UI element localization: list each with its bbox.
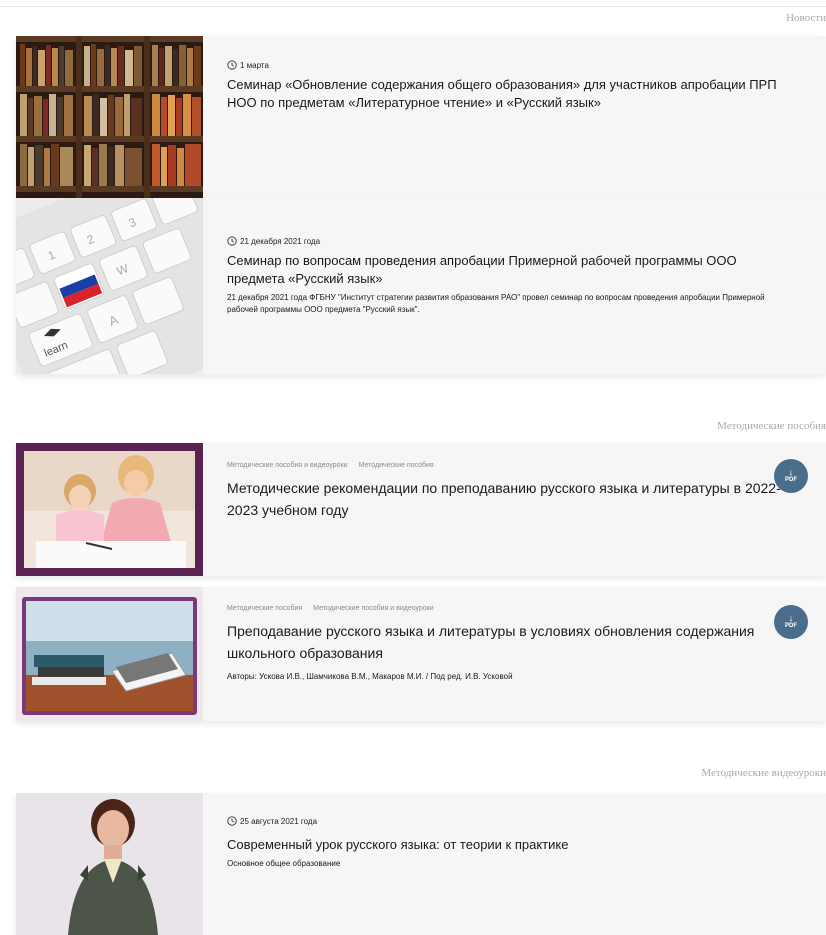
clock-icon xyxy=(227,60,237,70)
books-desk-photo xyxy=(16,587,203,721)
download-arrow-icon: ↓ xyxy=(788,467,794,477)
news-image-keyboard[interactable]: 2 3 1 W A learn xyxy=(16,198,203,374)
method-image-books-desk[interactable] xyxy=(16,587,203,721)
method-card-body: Методические пособия Методические пособия… xyxy=(227,605,782,681)
method-title-link[interactable]: Преподавание русского языка и литературы… xyxy=(227,620,782,664)
news-card-body: 21 декабря 2021 года Семинар по вопросам… xyxy=(227,236,782,316)
tag-link[interactable]: Методические пособия и видеоуроки xyxy=(227,462,348,469)
method-card[interactable]: Методические пособия Методические пособия… xyxy=(16,587,826,721)
method-title-link[interactable]: Методические рекомендации по преподавани… xyxy=(227,477,782,521)
clock-icon xyxy=(227,816,237,826)
video-card-body: 25 августа 2021 года Современный урок ру… xyxy=(227,816,782,870)
news-image-bookshelf[interactable] xyxy=(16,36,203,198)
method-tags: Методические пособия и видеоуроки Методич… xyxy=(227,462,782,469)
method-card-body: Методические пособия и видеоуроки Методич… xyxy=(227,462,782,521)
news-card[interactable]: 2 3 1 W A learn 21 декабря 2021 года Сем… xyxy=(16,198,826,374)
pdf-download-button[interactable]: ↓ PDF xyxy=(774,605,808,639)
pdf-label: PDF xyxy=(785,623,797,629)
tag-link[interactable]: Методические пособия xyxy=(227,605,302,612)
video-title-link[interactable]: Современный урок русского языка: от теор… xyxy=(227,836,782,854)
method-image-mother-child[interactable] xyxy=(16,443,203,576)
download-arrow-icon: ↓ xyxy=(788,613,794,623)
pdf-label: PDF xyxy=(785,477,797,483)
clock-icon xyxy=(227,236,237,246)
mother-child-photo xyxy=(16,443,203,576)
keyboard-flag-photo: 2 3 1 W A learn xyxy=(16,198,203,374)
news-description: 21 декабря 2021 года ФГБНУ "Институт стр… xyxy=(227,293,765,314)
news-date: 1 марта xyxy=(227,60,782,70)
news-date: 21 декабря 2021 года xyxy=(227,236,782,246)
news-title-link[interactable]: Семинар «Обновление содержания общего об… xyxy=(227,76,782,112)
teacher-video-still xyxy=(16,793,203,935)
news-date-text: 1 марта xyxy=(240,60,269,70)
method-tags: Методические пособия Методические пособия… xyxy=(227,605,782,612)
video-card[interactable]: 25 августа 2021 года Современный урок ру… xyxy=(16,793,826,935)
tag-link[interactable]: Методические пособия и видеоуроки xyxy=(313,605,434,612)
method-card[interactable]: Методические пособия и видеоуроки Методич… xyxy=(16,443,826,576)
method-authors: Авторы: Ускова И.В., Шамчикова В.М., Мак… xyxy=(227,672,513,681)
news-date-text: 21 декабря 2021 года xyxy=(240,236,321,246)
video-date-text: 25 августа 2021 года xyxy=(240,816,318,826)
news-card-body: 1 марта Семинар «Обновление содержания о… xyxy=(227,60,782,112)
section-title-news[interactable]: Новости xyxy=(786,12,826,24)
video-thumbnail[interactable] xyxy=(16,793,203,935)
section-title-video[interactable]: Методические видеоуроки xyxy=(701,767,826,779)
section-title-methods[interactable]: Методические пособия xyxy=(717,420,826,432)
pdf-download-button[interactable]: ↓ PDF xyxy=(774,459,808,493)
news-title-link[interactable]: Семинар по вопросам проведения апробации… xyxy=(227,252,782,288)
video-date: 25 августа 2021 года xyxy=(227,816,782,826)
bookshelf-photo xyxy=(16,36,203,198)
news-card[interactable]: 1 марта Семинар «Обновление содержания о… xyxy=(16,36,826,198)
tag-link[interactable]: Методические пособия xyxy=(359,462,434,469)
video-description: Основное общее образование xyxy=(227,859,341,868)
top-divider xyxy=(0,6,826,7)
